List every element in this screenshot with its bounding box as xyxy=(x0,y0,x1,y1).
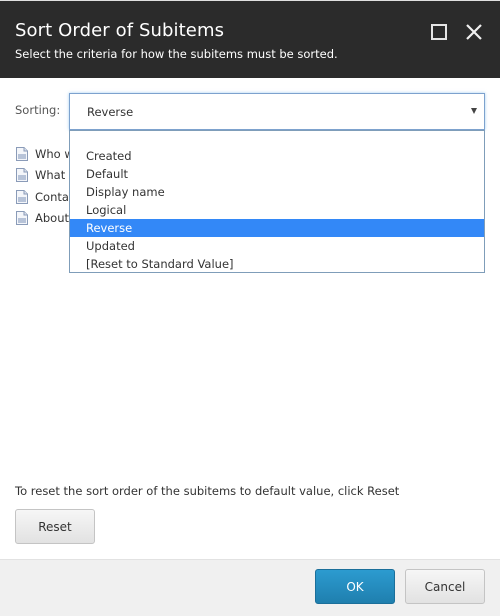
maximize-icon xyxy=(431,24,447,40)
dropdown-option-display-name[interactable]: Display name xyxy=(70,183,484,201)
dialog-header: Sort Order of Subitems Select the criter… xyxy=(0,0,500,78)
sorting-select[interactable]: Reverse xyxy=(69,93,485,130)
chevron-down-icon xyxy=(471,108,477,114)
document-icon xyxy=(16,189,28,204)
dropdown-option-reset-standard[interactable]: [Reset to Standard Value] xyxy=(70,255,484,273)
sorting-selected-value: Reverse xyxy=(87,105,134,119)
document-icon xyxy=(16,146,28,161)
document-icon xyxy=(16,211,28,226)
cancel-button[interactable]: Cancel xyxy=(405,569,485,604)
ok-button[interactable]: OK xyxy=(315,569,395,604)
maximize-button[interactable] xyxy=(428,21,450,43)
dropdown-option-reverse[interactable]: Reverse xyxy=(70,219,484,237)
reset-button[interactable]: Reset xyxy=(15,509,95,544)
close-icon xyxy=(466,24,482,40)
sorting-dropdown-list: Created Default Display name Logical Rev… xyxy=(69,130,485,273)
dropdown-option-created[interactable]: Created xyxy=(70,147,484,165)
dropdown-option-updated[interactable]: Updated xyxy=(70,237,484,255)
close-button[interactable] xyxy=(463,21,485,43)
dropdown-option-logical[interactable]: Logical xyxy=(70,201,484,219)
list-item-label: About xyxy=(35,211,70,226)
document-icon xyxy=(16,168,28,183)
dialog-title: Sort Order of Subitems xyxy=(15,20,225,41)
reset-instructions: To reset the sort order of the subitems … xyxy=(15,484,400,498)
sorting-label: Sorting: xyxy=(15,103,61,117)
dropdown-option-default[interactable]: Default xyxy=(70,165,484,183)
dialog-subtitle: Select the criteria for how the subitems… xyxy=(15,47,338,61)
